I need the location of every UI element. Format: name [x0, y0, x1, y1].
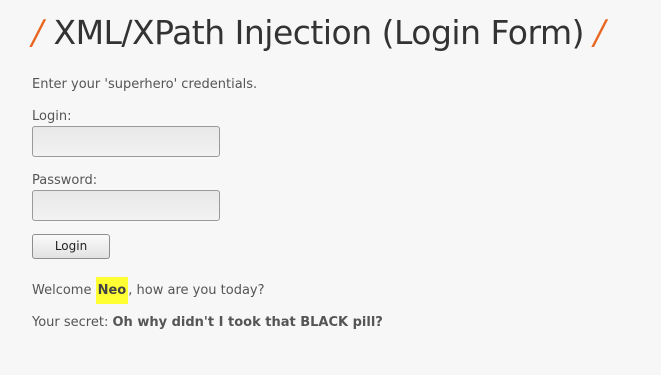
- form-intro-text: Enter your 'superhero' credentials.: [32, 77, 258, 92]
- page-title: / XML/XPath Injection (Login Form) /: [32, 8, 605, 58]
- login-label: Login:: [32, 109, 72, 124]
- page-title-text: XML/XPath Injection (Login Form): [53, 13, 584, 52]
- welcome-prefix: Welcome: [32, 283, 96, 298]
- page: / XML/XPath Injection (Login Form) / Ent…: [0, 0, 661, 375]
- password-label: Password:: [32, 173, 98, 188]
- username-highlight: Neo: [95, 277, 129, 304]
- welcome-suffix: , how are you today?: [128, 283, 265, 298]
- login-button[interactable]: Login: [32, 234, 110, 259]
- title-slash-left: /: [32, 13, 44, 53]
- password-input[interactable]: [32, 190, 220, 221]
- secret-value: Oh why didn't I took that BLACK pill?: [112, 315, 383, 330]
- secret-label: Your secret:: [32, 315, 113, 330]
- login-input[interactable]: [32, 126, 220, 157]
- welcome-message: Welcome Neo, how are you today?: [32, 277, 265, 304]
- secret-message: Your secret: Oh why didn't I took that B…: [32, 315, 383, 330]
- title-slash-right: /: [594, 13, 606, 53]
